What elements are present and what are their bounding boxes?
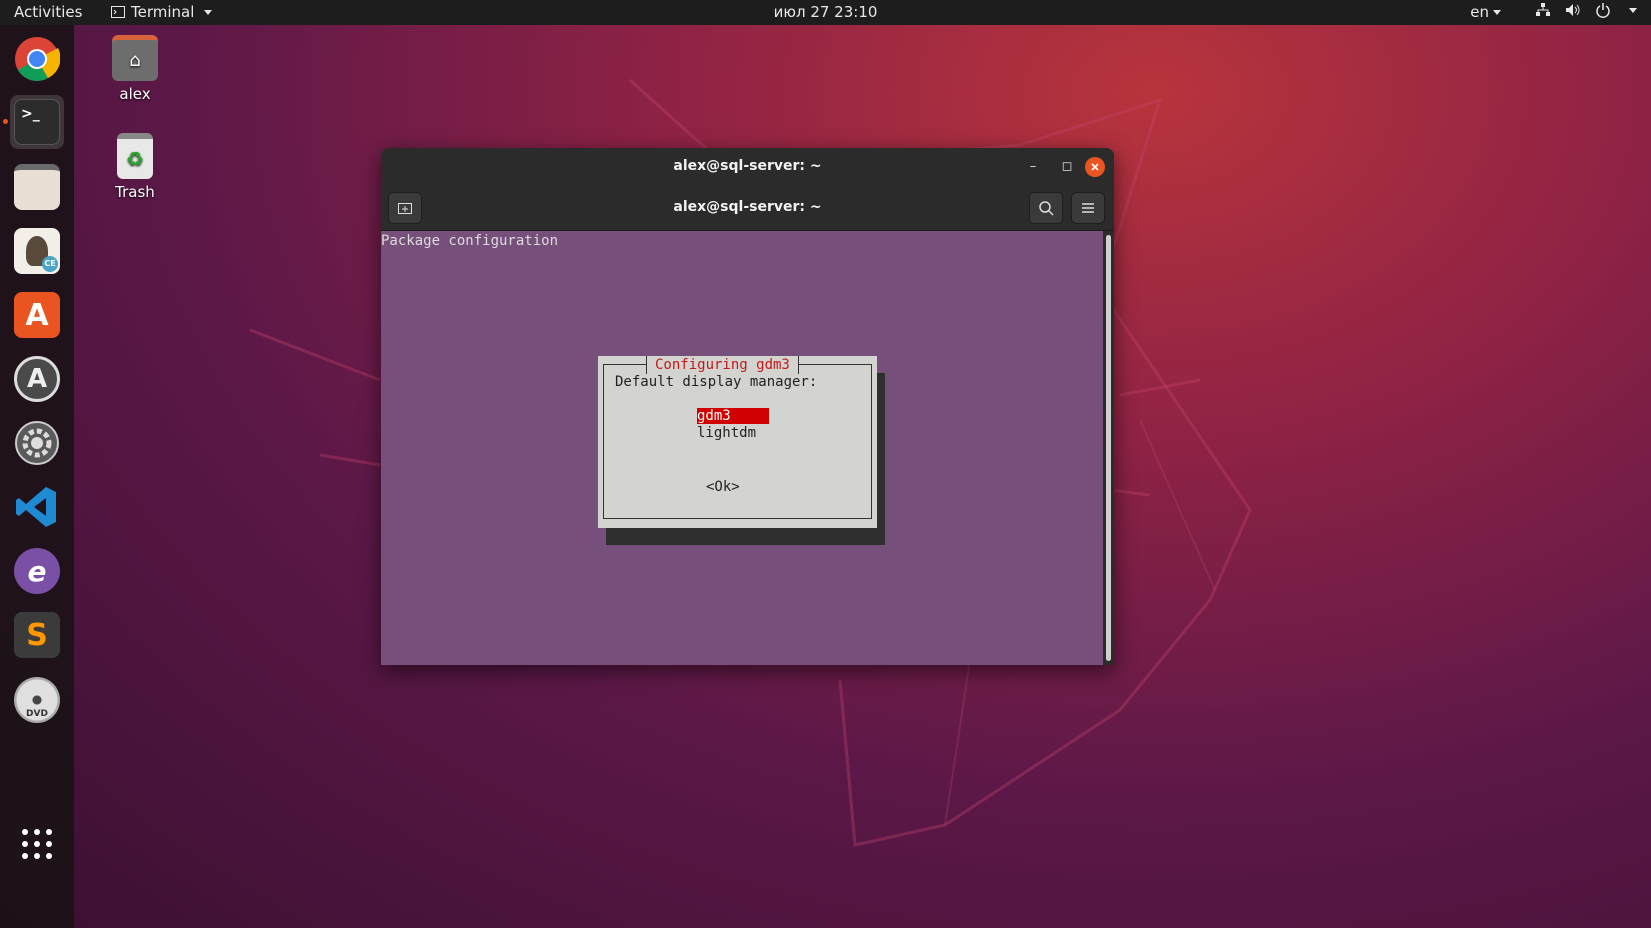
language-label: en [1470, 3, 1489, 21]
dock-dvd[interactable]: DVD [10, 673, 64, 727]
top-bar: Activities Terminal июл 27 23:10 en [0, 0, 1651, 25]
activities-button[interactable]: Activities [14, 3, 82, 21]
software-updater-icon: A [14, 356, 60, 402]
dialog-prompt: Default display manager: [615, 374, 818, 390]
terminal-small-icon [111, 6, 125, 18]
option-gdm3[interactable]: gdm3 [697, 408, 769, 424]
dbeaver-icon: CE [14, 228, 60, 274]
debconf-dialog: Configuring gdm3 Default display manager… [598, 356, 877, 528]
dock-vscode[interactable] [10, 480, 64, 534]
search-button[interactable] [1029, 192, 1063, 224]
running-indicator [3, 119, 8, 124]
chevron-down-icon [1629, 8, 1637, 13]
show-applications-icon [22, 829, 52, 859]
app-menu-label: Terminal [131, 3, 195, 21]
dock: >_ CE A A e S DVD [0, 25, 74, 928]
vscode-icon [16, 487, 56, 527]
window-title: alex@sql-server: ~ [673, 158, 822, 174]
close-button[interactable] [1085, 157, 1105, 177]
system-tray[interactable] [1535, 2, 1637, 18]
chevron-down-icon [1493, 10, 1501, 15]
menu-button[interactable] [1071, 192, 1105, 224]
desktop-icon-label: Trash [115, 183, 155, 201]
app-menu[interactable]: Terminal [111, 3, 213, 21]
emacs-icon: e [14, 548, 60, 594]
dock-sublime[interactable]: S [10, 608, 64, 662]
dialog-title: Configuring gdm3 [646, 356, 799, 374]
desktop-icon-label: alex [119, 85, 151, 103]
scrollbar-thumb[interactable] [1106, 235, 1111, 661]
dock-software-updater[interactable]: A [10, 352, 64, 406]
dock-software-center[interactable]: A [10, 288, 64, 342]
terminal-title: alex@sql-server: ~ [673, 199, 822, 215]
trash-icon: ♻ [117, 133, 153, 179]
dock-dbeaver[interactable]: CE [10, 224, 64, 278]
dock-chrome[interactable] [10, 32, 64, 86]
show-applications-button[interactable] [10, 817, 64, 871]
power-icon [1596, 3, 1610, 18]
dock-files[interactable] [10, 160, 64, 214]
files-icon [14, 164, 60, 210]
desktop-icon-trash[interactable]: ♻ Trash [90, 133, 180, 201]
minimize-button[interactable]: – [1023, 157, 1043, 177]
clock[interactable]: июл 27 23:10 [774, 3, 878, 21]
close-icon [1091, 163, 1099, 171]
desktop-icon-home[interactable]: ⌂ alex [90, 35, 180, 103]
dock-emacs[interactable]: e [10, 544, 64, 598]
network-icon [1536, 3, 1550, 16]
package-configuration-label: Package configuration [381, 233, 559, 249]
settings-icon [15, 421, 59, 465]
software-center-icon: A [14, 292, 60, 338]
option-lightdm[interactable]: lightdm [697, 425, 756, 441]
maximize-button[interactable]: ◻ [1057, 157, 1077, 177]
ok-button[interactable]: <Ok> [706, 479, 740, 495]
dock-settings[interactable] [10, 416, 64, 470]
chrome-icon [15, 37, 60, 81]
dbeaver-badge: CE [42, 256, 58, 272]
sublime-text-icon: S [14, 612, 60, 658]
terminal-headerbar: alex@sql-server: ~ [381, 186, 1114, 231]
terminal-window[interactable]: alex@sql-server: ~ – ◻ alex@sql-server: … [381, 148, 1114, 665]
hamburger-icon [1082, 203, 1094, 213]
terminal-scrollbar[interactable] [1103, 231, 1114, 665]
search-icon [1039, 201, 1054, 216]
dock-terminal[interactable]: >_ [10, 95, 64, 149]
home-folder-icon: ⌂ [112, 35, 158, 81]
dvd-label: DVD [26, 709, 48, 719]
volume-icon [1566, 4, 1580, 16]
chevron-down-icon [204, 9, 213, 15]
window-titlebar[interactable]: alex@sql-server: ~ – ◻ [381, 148, 1114, 186]
dvd-icon: DVD [14, 677, 60, 723]
terminal-output[interactable]: Package configuration Configuring gdm3 D… [381, 231, 1103, 665]
language-selector[interactable]: en [1470, 3, 1501, 21]
terminal-icon: >_ [14, 99, 60, 145]
